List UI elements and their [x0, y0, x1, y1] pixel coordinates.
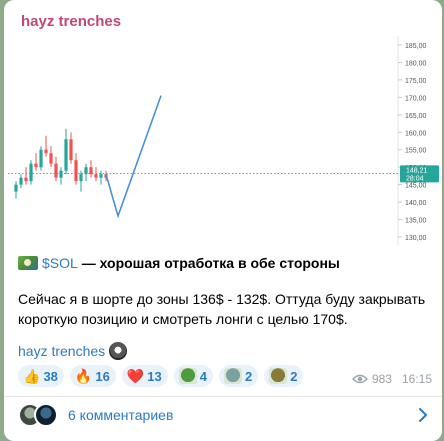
coin-tag[interactable]: $SOL	[42, 255, 78, 271]
price-badge-value: 148,21	[406, 167, 428, 174]
pepe-flag-icon	[18, 256, 38, 270]
chevron-right-icon	[419, 408, 427, 422]
y-tick-label: 155,00	[405, 148, 427, 155]
candle-body	[14, 184, 18, 192]
reaction-count: 13	[147, 368, 162, 384]
reaction-chip[interactable]: 👍 38	[18, 365, 64, 387]
candle-body	[74, 160, 78, 182]
price-badge-time: 28:04	[406, 175, 424, 182]
y-tick-label: 185,00	[405, 43, 427, 50]
reaction-chip[interactable]: 4	[173, 365, 213, 387]
y-tick-label: 160,00	[405, 130, 427, 137]
candle-body	[44, 149, 48, 154]
candle-body	[39, 149, 43, 168]
reactions-bar: 👍 38 🔥 16 ❤️ 13 4 2 2	[18, 365, 304, 387]
headline-text: — хорошая отработка в обе стороны	[77, 255, 340, 271]
reaction-count: 38	[43, 368, 58, 384]
candle-body	[34, 163, 38, 168]
projection-line	[105, 95, 162, 219]
comments-label: 6 комментариев	[68, 407, 174, 423]
reaction-chip[interactable]: ❤️ 13	[121, 365, 168, 387]
comments-button[interactable]: 6 комментариев	[4, 397, 442, 433]
post-body: Сейчас я в шорте до зоны 136$ - 132$. От…	[18, 291, 426, 327]
reaction-chip[interactable]: 🔥 16	[69, 365, 116, 387]
y-tick-label: 145,00	[405, 183, 427, 190]
candle-body	[69, 139, 73, 161]
reaction-count: 16	[95, 368, 110, 384]
candle-body	[94, 174, 98, 178]
reaction-emoji-icon: 👍	[23, 368, 41, 384]
candle-body	[29, 163, 33, 182]
views-count: 983	[371, 372, 392, 386]
y-tick-label: 135,00	[405, 218, 427, 225]
y-tick-label: 130,00	[405, 235, 427, 242]
reaction-chip[interactable]: 2	[264, 365, 304, 387]
commenter-avatar	[34, 403, 58, 427]
candle-body	[89, 167, 93, 175]
candle-body	[59, 170, 63, 178]
y-tick-label: 175,00	[405, 78, 427, 85]
reaction-emoji-icon: 🔥	[74, 368, 93, 384]
price-chart: 185,00 180,00 175,00 170,00 165,00 160,00 155,…	[8, 36, 439, 246]
y-tick-label: 170,00	[405, 95, 427, 102]
post-headline: $SOL — хорошая отработка в обе стороны	[18, 253, 428, 273]
sticker-emoji-icon	[269, 368, 288, 384]
frog-emoji-icon	[178, 368, 197, 384]
dragon-emoji-icon	[223, 368, 242, 384]
message-bubble: hayz trenches 185,00 180,00 175,00 170,00 16…	[4, 0, 442, 441]
candle-body	[84, 167, 88, 175]
candle-body	[49, 153, 53, 164]
views-icon	[352, 374, 368, 384]
reaction-count: 2	[244, 368, 253, 384]
candle-body	[79, 174, 83, 182]
y-tick-label: 180,00	[405, 60, 427, 67]
skull-avatar-icon	[109, 342, 128, 360]
message-meta: 983 16:15	[352, 372, 432, 386]
reaction-chip[interactable]: 2	[218, 365, 259, 387]
candle-body	[19, 177, 23, 185]
channel-name[interactable]: hayz trenches	[21, 13, 121, 30]
message-time: 16:15	[401, 372, 432, 386]
candle-body	[99, 174, 103, 178]
y-tick-label: 165,00	[405, 113, 427, 120]
signature: hayz trenches	[18, 341, 128, 361]
candle-body	[54, 163, 58, 178]
reaction-emoji-icon: ❤️	[126, 368, 145, 384]
signature-link[interactable]: hayz trenches	[18, 343, 105, 359]
chart-image[interactable]: 185,00 180,00 175,00 170,00 165,00 160,00 155,…	[8, 36, 439, 246]
reaction-count: 2	[290, 368, 298, 384]
reaction-count: 4	[199, 368, 207, 384]
y-tick-label: 140,00	[405, 200, 427, 207]
candle-body	[64, 139, 68, 171]
candle-body	[24, 177, 28, 182]
